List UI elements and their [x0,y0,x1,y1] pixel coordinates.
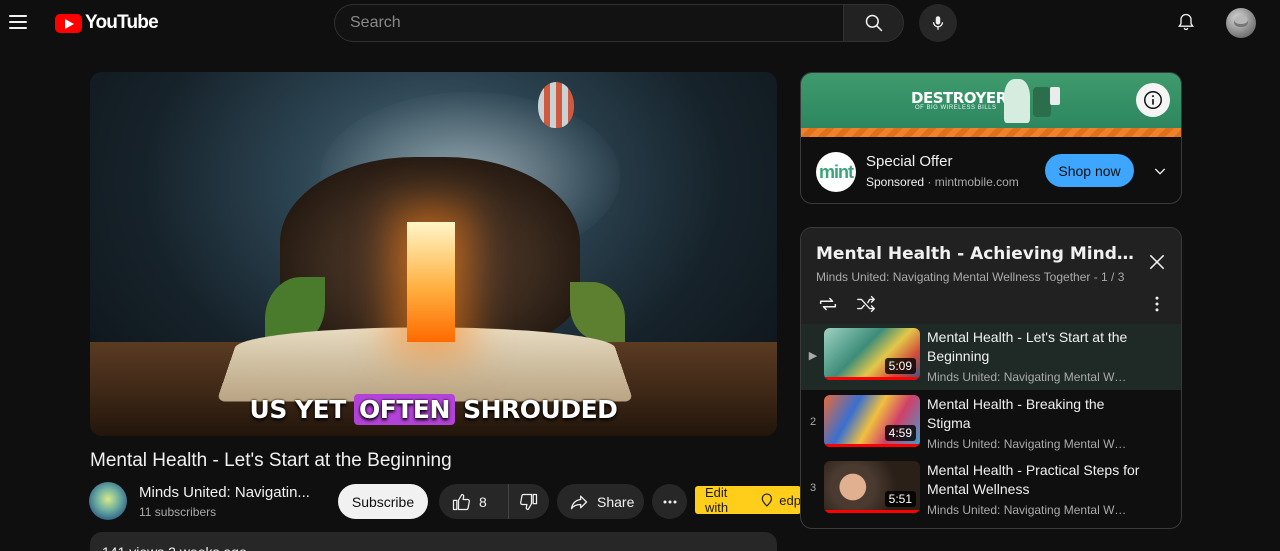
subscribe-button[interactable]: Subscribe [338,484,428,519]
search-box [334,4,844,42]
playlist-item-channel: Minds United: Navigating Mental Wellness… [927,370,1127,384]
playlist-item-duration: 5:09 [884,358,916,374]
bell-icon [1178,13,1194,31]
edit-with-edp-button[interactable]: Edit with edp [695,486,801,514]
scene-leaf [570,282,625,342]
hamburger-icon [9,15,27,17]
playlist-item[interactable]: ▶ 5:09 Mental Health - Let's Start at th… [801,324,1181,390]
edit-label: Edit with [705,486,729,514]
ad-expand-button[interactable] [1149,160,1171,182]
playlist-item-index: ▶ [808,350,818,362]
owner-row: Minds United: Navigatin... 11 subscriber… [89,481,809,521]
ad-mascot-image [1004,79,1030,123]
hamburger-menu-button[interactable] [9,10,33,34]
voice-search-button[interactable] [919,4,957,42]
playlist-shuffle-button[interactable] [854,292,878,316]
hamburger-icon-line [9,27,27,29]
thumbs-up-icon [452,493,470,510]
caption-highlight: OFTEN [354,394,455,425]
ad-meta: Sponsored · mintmobile.com [866,175,1019,189]
playlist-header: Mental Health - Achieving Mindfulness Mi… [801,228,1181,324]
masthead: YouTube [0,0,1280,46]
like-button[interactable]: 8 [439,484,509,519]
more-horizontal-icon [663,500,676,503]
info-icon [1144,91,1162,109]
shop-now-button[interactable]: Shop now [1045,154,1134,187]
ad-mascot-image [1033,87,1051,117]
watched-progress-bar [824,510,920,513]
channel-avatar[interactable] [89,482,127,520]
share-button[interactable]: Share [557,484,644,519]
playlist-item-thumbnail[interactable]: 4:59 [824,395,920,447]
chevron-down-icon [1154,168,1166,175]
scene-balloon [538,82,574,128]
playlist-subtitle: Minds United: Navigating Mental Wellness… [816,270,1125,284]
playlist-item-index: 3 [809,482,817,494]
share-label: Share [597,493,635,510]
advertiser-logo[interactable]: mint [816,152,856,192]
microphone-icon [932,16,944,30]
search-input[interactable] [335,5,844,41]
dislike-button[interactable] [509,484,549,519]
caption-text: SHROUDED [463,395,618,424]
loop-icon [819,297,837,311]
watched-progress-bar [824,377,920,380]
watched-progress-bar [824,444,920,447]
edit-brand: edp [779,492,801,508]
playlist-panel: Mental Health - Achieving Mindfulness Mi… [800,227,1182,529]
like-dislike-group: 8 [439,484,549,519]
playlist-item-thumbnail[interactable]: 5:09 [824,328,920,380]
ad-banner-subtitle: OF BIG WIRELESS BILLS [915,105,997,111]
playlist-menu-button[interactable] [1145,292,1169,316]
playlist-item-channel: Minds United: Navigating Mental Wellness… [927,503,1127,517]
sponsored-label: Sponsored [866,175,925,189]
ad-domain: mintmobile.com [934,175,1019,189]
playlist-item[interactable]: 3 5:51 Mental Health - Practical Steps f… [801,457,1181,523]
search-icon [865,14,882,32]
share-arrow-icon [570,495,588,509]
channel-name[interactable]: Minds United: Navigatin... [139,484,310,501]
caption-text: US YET [249,395,347,424]
scene-glowing-door [407,222,455,342]
playlist-close-button[interactable] [1145,250,1169,274]
ad-phone-image [1050,87,1060,105]
subscriber-count: 11 subscribers [139,505,217,519]
playlist-item[interactable]: 2 4:59 Mental Health - Breaking the Stig… [801,391,1181,457]
account-avatar[interactable] [1226,8,1256,38]
sponsored-ad-card[interactable]: DESTROYER OF BIG WIRELESS BILLS mint Spe… [800,72,1182,204]
playlist-item-title[interactable]: Mental Health - Breaking the Stigma [927,395,1147,433]
description-box[interactable]: 141 views 2 weeks ago [90,532,777,551]
playlist-item-thumbnail[interactable]: 5:51 [824,461,920,513]
youtube-logo[interactable]: YouTube [55,12,159,34]
like-count: 8 [479,493,487,510]
shuffle-icon [857,295,875,313]
more-actions-button[interactable] [652,484,687,519]
edp-logo-icon [761,493,772,507]
ad-title: Special Offer [866,153,953,170]
video-caption: US YET OFTEN SHROUDED [90,394,777,425]
playlist-item-channel: Minds United: Navigating Mental Wellness… [927,437,1127,451]
video-title: Mental Health - Let's Start at the Begin… [90,450,452,471]
hamburger-icon-line [9,21,27,23]
notifications-button[interactable] [1172,8,1200,36]
thumbs-down-icon [520,493,538,510]
more-vertical-icon [1155,296,1159,312]
logo-text: YouTube [85,12,159,33]
video-player[interactable]: US YET OFTEN SHROUDED [90,72,777,436]
video-frame [90,72,777,436]
close-icon [1149,254,1165,270]
search-button[interactable] [843,4,904,42]
youtube-play-icon [55,13,82,33]
playlist-item-index: 2 [809,416,817,428]
ad-info-button[interactable] [1136,83,1170,117]
playlist-item-title[interactable]: Mental Health - Let's Start at the Begin… [927,328,1147,366]
playlist-item-duration: 4:59 [884,425,916,441]
playlist-title[interactable]: Mental Health - Achieving Mindfulness [816,244,1136,264]
playlist-item-title[interactable]: Mental Health - Practical Steps for Ment… [927,461,1147,499]
playlist-item-duration: 5:51 [884,491,916,507]
playlist-loop-button[interactable] [816,292,840,316]
